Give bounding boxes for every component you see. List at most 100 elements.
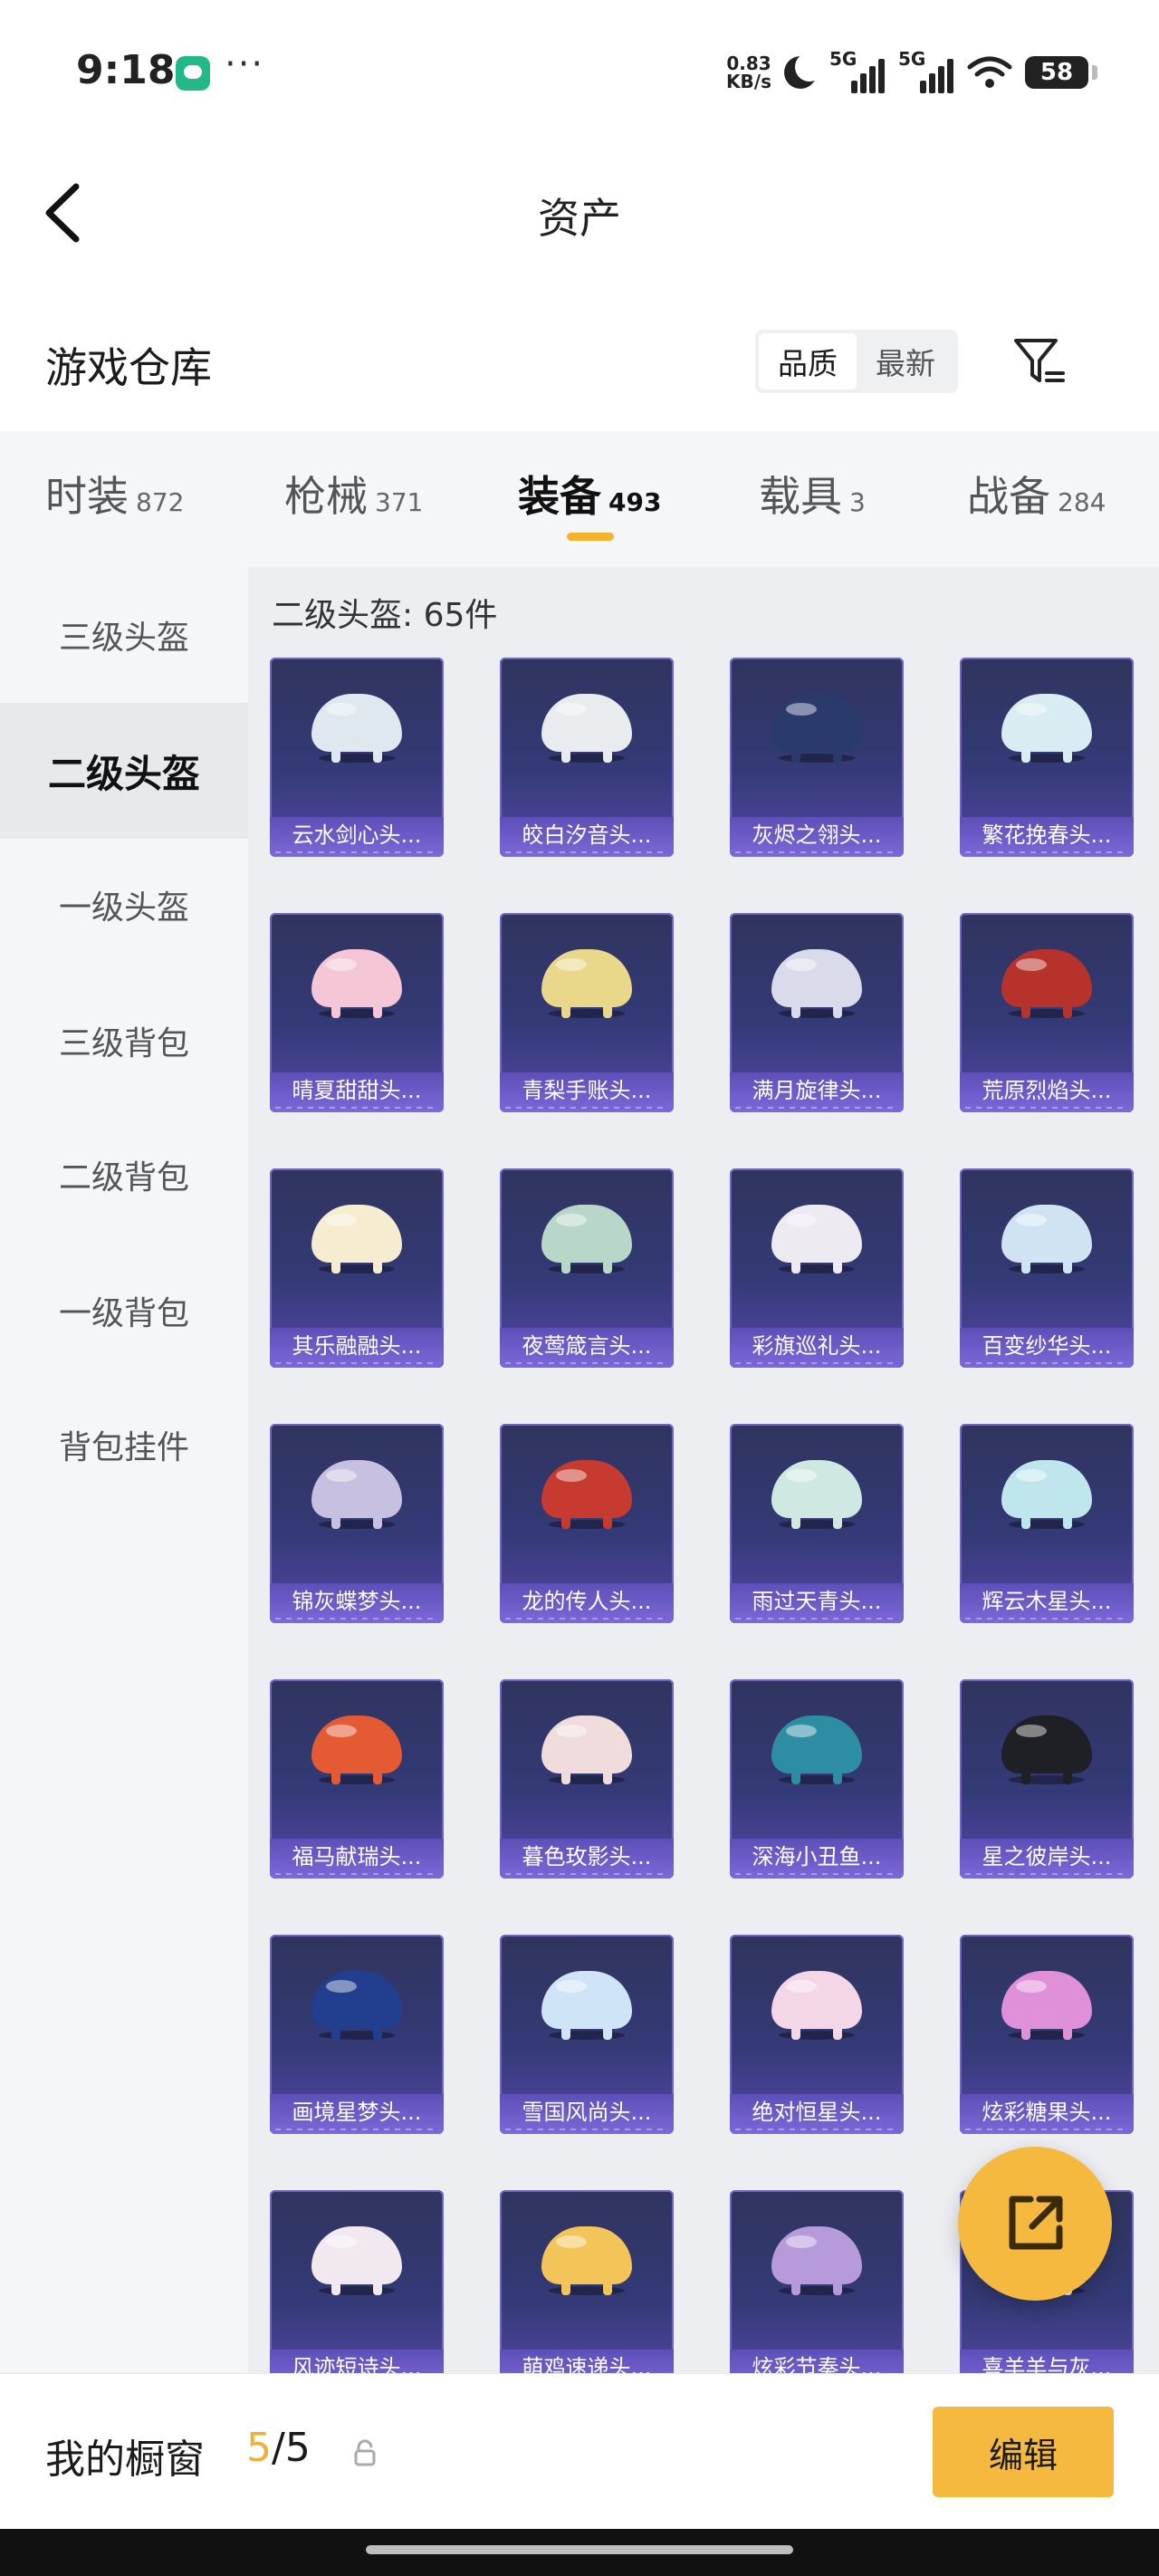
showcase-current: 5 <box>246 2425 272 2471</box>
item-card[interactable]: 满月旋律头... <box>730 913 904 1112</box>
item-name: 彩旗巡礼头... <box>730 1328 904 1368</box>
sidebar-item-level1-backpack[interactable]: 一级背包 <box>0 1243 248 1379</box>
item-card[interactable]: 其乐融融头... <box>270 1168 444 1368</box>
showcase-total: /5 <box>272 2425 311 2471</box>
item-name: 深海小丑鱼... <box>730 1839 904 1879</box>
helmet-icon <box>311 1205 402 1274</box>
edit-button[interactable]: 编辑 <box>933 2407 1114 2497</box>
section-title: 游戏仓库 <box>45 343 212 392</box>
helmet-icon <box>771 1716 862 1784</box>
tab-firearms[interactable]: 枪械 371 <box>284 464 423 524</box>
item-card[interactable]: 雪国风尚头... <box>500 1935 674 2134</box>
share-external-icon <box>1009 2196 1063 2250</box>
tab-combat-gear[interactable]: 战备 284 <box>967 464 1106 524</box>
item-name: 云水剑心头... <box>270 817 444 857</box>
item-card[interactable]: 辉云木星头... <box>960 1424 1134 1623</box>
item-card[interactable]: 福马献瑞头... <box>270 1679 444 1879</box>
helmet-icon <box>311 2226 402 2295</box>
more-notifications-icon: ··· <box>225 43 265 85</box>
sidebar-item-level1-helmet[interactable]: 一级头盔 <box>0 837 248 973</box>
helmet-icon <box>1001 1205 1092 1274</box>
item-card[interactable]: 云水剑心头... <box>270 658 444 857</box>
item-card[interactable]: 深海小丑鱼... <box>730 1679 904 1879</box>
item-card[interactable]: 灰烬之翎头... <box>730 658 904 857</box>
item-card[interactable]: 晴夏甜甜头... <box>270 913 444 1112</box>
item-name: 画境星梦头... <box>270 2094 444 2134</box>
item-name: 灰烬之翎头... <box>730 817 904 857</box>
helmet-icon <box>1001 1716 1092 1784</box>
item-card[interactable]: 星之彼岸头... <box>960 1679 1134 1879</box>
helmet-icon <box>541 949 632 1018</box>
helmet-icon <box>541 1460 632 1529</box>
helmet-icon <box>541 1971 632 2040</box>
tab-label: 枪械 <box>284 472 368 521</box>
item-card[interactable]: 龙的传人头... <box>500 1424 674 1623</box>
sidebar-item-level2-backpack[interactable]: 二级背包 <box>0 1107 248 1243</box>
status-bar: 9:18 ··· 0.83 KB/s 5G 5G 58 <box>0 0 1159 145</box>
sidebar-item-level3-helmet[interactable]: 三级头盔 <box>0 567 248 703</box>
sidebar-item-level3-backpack[interactable]: 三级背包 <box>0 973 248 1109</box>
item-card[interactable]: 青梨手账头... <box>500 913 674 1112</box>
item-card[interactable]: 风迹短诗头... <box>270 2190 444 2379</box>
subcategory-sidebar: 三级头盔 二级头盔 一级头盔 三级背包 二级背包 一级背包 背包挂件 <box>0 567 248 2373</box>
item-card[interactable]: 炫彩糖果头... <box>960 1935 1134 2134</box>
tab-vehicles[interactable]: 载具 3 <box>759 464 866 524</box>
item-name: 青梨手账头... <box>500 1072 674 1112</box>
item-name: 百变纱华头... <box>960 1328 1134 1368</box>
item-card[interactable]: 炫彩节奏头... <box>730 2190 904 2379</box>
tab-fashion[interactable]: 时装 872 <box>45 464 184 524</box>
filter-button[interactable] <box>1011 333 1068 391</box>
tab-equipment[interactable]: 装备 493 <box>518 464 661 524</box>
helmet-icon <box>311 949 402 1018</box>
share-fab-button[interactable] <box>958 2147 1112 2301</box>
item-name: 皎白汐音头... <box>500 817 674 857</box>
sidebar-item-level2-helmet[interactable]: 二级头盔 <box>0 703 248 839</box>
item-card[interactable]: 画境星梦头... <box>270 1935 444 2134</box>
sort-option-newest[interactable]: 最新 <box>857 333 954 389</box>
helmet-icon <box>1001 694 1092 763</box>
helmet-icon <box>1001 949 1092 1018</box>
signal-label-sim2: 5G <box>898 48 926 70</box>
item-card[interactable]: 萌鸡速递头... <box>500 2190 674 2379</box>
signal-icon-sim2: 5G <box>898 48 954 93</box>
active-tab-indicator <box>567 533 614 541</box>
item-card[interactable]: 绝对恒星头... <box>730 1935 904 2134</box>
helmet-icon <box>1001 1971 1092 2040</box>
sort-toggle: 品质 最新 <box>755 330 958 393</box>
status-time: 9:18 <box>76 47 176 93</box>
item-card[interactable]: 锦灰蝶梦头... <box>270 1424 444 1623</box>
signal-icon-sim1: 5G <box>829 48 886 93</box>
category-tabs: 时装 872 枪械 371 装备 493 载具 3 战备 284 <box>0 431 1159 567</box>
item-card[interactable]: 繁花挽春头... <box>960 658 1134 857</box>
helmet-icon <box>1001 1460 1092 1529</box>
sidebar-item-backpack-pendant[interactable]: 背包挂件 <box>0 1377 248 1513</box>
tab-count: 371 <box>375 487 424 517</box>
item-card[interactable]: 雨过天青头... <box>730 1424 904 1623</box>
network-speed: 0.83 KB/s <box>726 54 771 91</box>
item-card[interactable]: 夜莺箴言头... <box>500 1168 674 1368</box>
item-name: 星之彼岸头... <box>960 1839 1134 1879</box>
item-count-label: 二级头盔: 65件 <box>272 597 498 634</box>
item-card[interactable]: 暮色玫影头... <box>500 1679 674 1879</box>
tab-count: 3 <box>849 487 866 517</box>
showcase-bar: 我的橱窗 5/5 编辑 <box>0 2373 1159 2530</box>
helmet-icon <box>311 694 402 763</box>
sort-option-quality[interactable]: 品质 <box>759 333 857 389</box>
helmet-icon <box>541 2226 632 2295</box>
home-indicator[interactable] <box>366 2545 793 2554</box>
helmet-icon <box>771 2226 862 2295</box>
helmet-icon <box>311 1716 402 1784</box>
helmet-icon <box>541 1716 632 1784</box>
item-card[interactable]: 彩旗巡礼头... <box>730 1168 904 1368</box>
item-name: 其乐融融头... <box>270 1328 444 1368</box>
item-name: 龙的传人头... <box>500 1583 674 1623</box>
helmet-icon <box>311 1460 402 1529</box>
item-card[interactable]: 荒原烈焰头... <box>960 913 1134 1112</box>
item-card[interactable]: 百变纱华头... <box>960 1168 1134 1368</box>
system-navigation-bar <box>0 2529 1159 2576</box>
wechat-notification-icon <box>176 56 210 91</box>
helmet-icon <box>771 1460 862 1529</box>
item-name: 炫彩糖果头... <box>960 2094 1134 2134</box>
item-card[interactable]: 皎白汐音头... <box>500 658 674 857</box>
tab-label: 载具 <box>759 472 842 521</box>
